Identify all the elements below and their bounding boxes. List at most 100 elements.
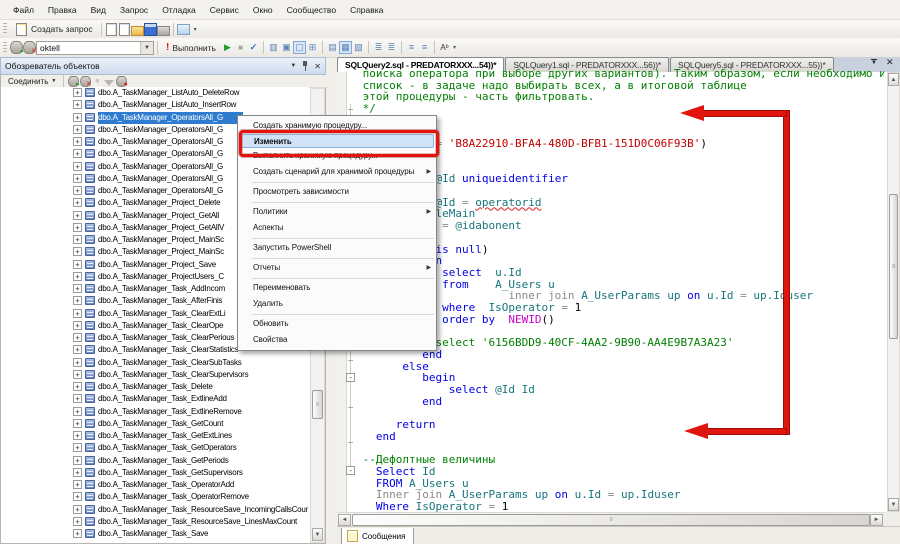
- activity-monitor-icon[interactable]: ●: [115, 75, 127, 88]
- design-query-icon[interactable]: ▣: [280, 41, 293, 54]
- tree-item[interactable]: +dbo.A_TaskManager_Task_ResourceSave_Lin…: [1, 516, 309, 528]
- context-menu-item[interactable]: Аспекты: [238, 220, 436, 236]
- filter-icon[interactable]: [103, 75, 115, 88]
- increase-indent-icon[interactable]: ≡: [418, 41, 431, 54]
- tab-list-icon[interactable]: ▼: [871, 59, 877, 67]
- tree-item[interactable]: +dbo.A_TaskManager_Task_ExtlineRemove: [1, 406, 309, 418]
- new-file-icon[interactable]: [105, 23, 118, 36]
- disconnect-server-icon[interactable]: ✕: [79, 75, 91, 88]
- new-query-button[interactable]: Создать запрос: [10, 21, 98, 38]
- toolbar-overflow-icon[interactable]: ▾: [453, 44, 456, 51]
- messages-tab[interactable]: Сообщения: [341, 528, 414, 544]
- expander-icon[interactable]: +: [73, 113, 82, 122]
- menu-item[interactable]: Правка: [41, 2, 84, 18]
- toolbar-overflow-icon[interactable]: ▾: [194, 26, 197, 33]
- fold-collapse-icon[interactable]: -: [346, 373, 355, 382]
- expander-icon[interactable]: +: [73, 358, 82, 367]
- context-menu-item[interactable]: Свойства: [238, 332, 436, 348]
- tree-scrollbar-thumb[interactable]: ≡: [312, 390, 323, 419]
- debug-play-icon[interactable]: ▶: [221, 41, 234, 54]
- tree-item[interactable]: +dbo.A_TaskManager_Task_ExtlineAdd: [1, 393, 309, 405]
- results-grid-icon[interactable]: ▦: [339, 41, 352, 54]
- tree-item[interactable]: +dbo.A_TaskManager_Task_GetSupervisors: [1, 467, 309, 479]
- expander-icon[interactable]: +: [73, 272, 82, 281]
- expander-icon[interactable]: +: [73, 137, 82, 146]
- expander-icon[interactable]: +: [73, 505, 82, 514]
- connect-server-icon[interactable]: ▸: [67, 75, 79, 88]
- fold-collapse-icon[interactable]: -: [346, 466, 355, 475]
- toolbar-grip[interactable]: [3, 23, 7, 35]
- expander-icon[interactable]: +: [73, 211, 82, 220]
- expander-icon[interactable]: +: [73, 235, 82, 244]
- context-menu-item[interactable]: Просмотреть зависимости: [238, 184, 436, 200]
- context-menu-item[interactable]: Политики▶: [238, 204, 436, 220]
- expander-icon[interactable]: +: [73, 125, 82, 134]
- editor-vscrollbar[interactable]: ▲ ≡ ▼: [887, 72, 900, 512]
- menu-item[interactable]: Сообщество: [280, 2, 343, 18]
- close-document-icon[interactable]: ✕: [886, 57, 894, 68]
- expander-icon[interactable]: +: [73, 198, 82, 207]
- context-menu-item[interactable]: Переименовать: [238, 280, 436, 296]
- case-icon[interactable]: Aᵇ: [438, 41, 451, 54]
- expander-icon[interactable]: +: [73, 174, 82, 183]
- chevron-down-icon[interactable]: ▼: [140, 42, 153, 54]
- scroll-up-icon[interactable]: ▲: [888, 73, 899, 86]
- scroll-left-icon[interactable]: ◄: [338, 514, 351, 526]
- tree-item[interactable]: +dbo.A_TaskManager_Task_ClearSubTasks: [1, 357, 309, 369]
- expander-icon[interactable]: +: [73, 284, 82, 293]
- include-plan-icon[interactable]: ⊞: [306, 41, 319, 54]
- analyze-query-icon[interactable]: ▥: [267, 41, 280, 54]
- context-menu-item[interactable]: Обновить: [238, 316, 436, 332]
- menu-item[interactable]: Отладка: [155, 2, 203, 18]
- menu-item[interactable]: Вид: [84, 2, 113, 18]
- expander-icon[interactable]: +: [73, 247, 82, 256]
- auto-hide-pin-icon[interactable]: [301, 61, 309, 71]
- change-connection-icon[interactable]: ✕: [23, 41, 36, 54]
- expander-icon[interactable]: +: [73, 260, 82, 269]
- expander-icon[interactable]: +: [73, 309, 82, 318]
- expander-icon[interactable]: +: [73, 456, 82, 465]
- scroll-down-icon[interactable]: ▼: [888, 498, 899, 511]
- uncomment-icon[interactable]: ≣: [385, 41, 398, 54]
- comment-icon[interactable]: ≣: [372, 41, 385, 54]
- tree-item[interactable]: +dbo.A_TaskManager_Task_GetOperators: [1, 442, 309, 454]
- expander-icon[interactable]: +: [73, 333, 82, 342]
- editor-hscrollbar-thumb[interactable]: ≡: [352, 514, 870, 526]
- context-menu-item[interactable]: Отчеты▶: [238, 260, 436, 276]
- context-menu-item[interactable]: Удалить: [238, 296, 436, 312]
- expander-icon[interactable]: +: [73, 480, 82, 489]
- window-position-icon[interactable]: ▼: [290, 63, 296, 69]
- menu-item[interactable]: Окно: [246, 2, 280, 18]
- expander-icon[interactable]: +: [73, 100, 82, 109]
- print-icon[interactable]: [157, 23, 170, 36]
- tree-item[interactable]: +dbo.A_TaskManager_Task_OperatorRemove: [1, 491, 309, 503]
- open-file-alt-icon[interactable]: [118, 23, 131, 36]
- expander-icon[interactable]: +: [73, 492, 82, 501]
- parse-check-icon[interactable]: ✓: [247, 41, 260, 54]
- menu-item[interactable]: Запрос: [113, 2, 155, 18]
- expander-icon[interactable]: +: [73, 296, 82, 305]
- tree-item[interactable]: +dbo.A_TaskManager_Task_GetCount: [1, 418, 309, 430]
- database-selector[interactable]: oktell ▼: [36, 41, 154, 55]
- save-icon[interactable]: [144, 23, 157, 36]
- scroll-right-icon[interactable]: ►: [870, 514, 883, 526]
- tree-item[interactable]: +dbo.A_TaskManager_Task_Delete: [1, 381, 309, 393]
- tree-item[interactable]: +dbo.A_TaskManager_Task_GetExtLines: [1, 430, 309, 442]
- scroll-down-icon[interactable]: ▼: [312, 528, 323, 541]
- editor-hscrollbar[interactable]: ◄ ≡ ►: [337, 512, 884, 527]
- connect-db-icon[interactable]: ▸: [10, 41, 23, 54]
- expander-icon[interactable]: +: [73, 321, 82, 330]
- connect-button[interactable]: Соединить ▼: [4, 76, 60, 87]
- expander-icon[interactable]: +: [73, 468, 82, 477]
- stop-icon[interactable]: ■: [234, 41, 247, 54]
- expander-icon[interactable]: +: [73, 443, 82, 452]
- expander-icon[interactable]: +: [73, 382, 82, 391]
- editor-vscrollbar-thumb[interactable]: ≡: [889, 194, 898, 339]
- menu-item[interactable]: Справка: [343, 2, 390, 18]
- execute-button[interactable]: ! Выполнить: [161, 40, 221, 55]
- expander-icon[interactable]: +: [73, 529, 82, 538]
- decrease-indent-icon[interactable]: ≡: [405, 41, 418, 54]
- expander-icon[interactable]: +: [73, 162, 82, 171]
- expander-icon[interactable]: +: [73, 431, 82, 440]
- expander-icon[interactable]: +: [73, 394, 82, 403]
